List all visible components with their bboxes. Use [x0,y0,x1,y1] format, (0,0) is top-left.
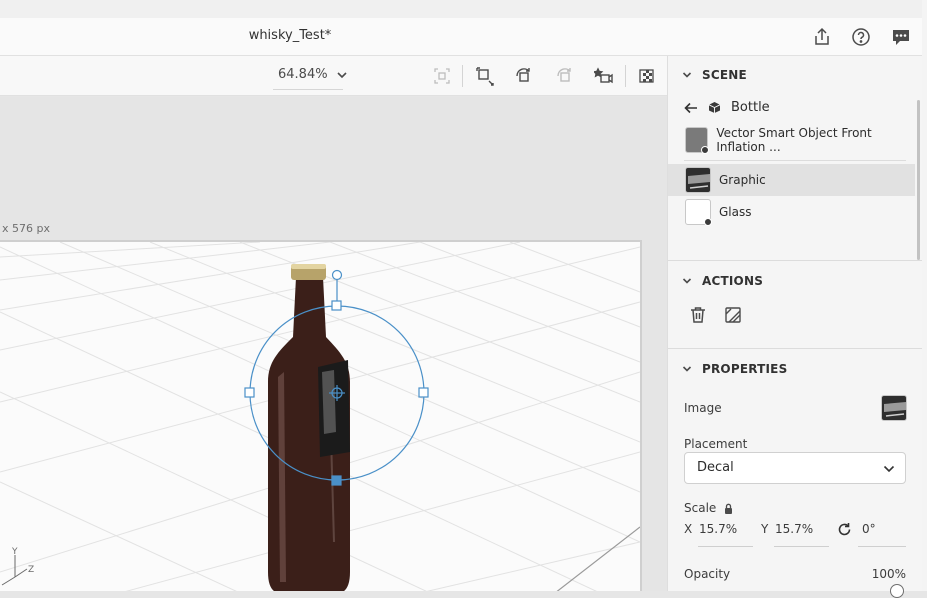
scale-label: Scale [684,501,717,515]
breadcrumb-label: Bottle [731,100,770,115]
chevron-down-icon [682,366,692,372]
scene-item-label: Glass [719,205,752,219]
scene-section-header[interactable]: SCENE [682,68,747,82]
scene-list: Bottle Vector Smart Object Front Inflati… [668,94,918,260]
share-icon[interactable] [811,26,833,48]
scale-x-underline [698,546,753,547]
camera-bookmark-icon[interactable] [592,66,614,86]
scale-x-label: X [684,522,693,536]
trash-icon[interactable] [689,306,707,328]
rotation-input[interactable]: 0° [862,522,876,536]
scene-heading: SCENE [702,68,747,82]
opacity-slider-handle[interactable] [890,584,904,598]
document-title: whisky_Test* [248,28,332,43]
placement-dropdown[interactable]: Decal [684,452,906,484]
scale-row-label: Scale [684,501,733,515]
orbit-icon[interactable] [555,66,575,86]
toolbar-divider [462,65,463,87]
scene-scrollbar[interactable] [917,100,920,260]
right-panel: SCENE Bottle Vector Smart Object Front I… [667,56,923,598]
zoom-dropdown[interactable]: 64.84% [278,67,348,82]
scene-item-graphic[interactable]: Graphic [668,164,915,196]
window-top-strip [0,0,927,18]
section-divider [668,348,923,349]
cube-icon [708,102,721,113]
opacity-label: Opacity [684,567,731,581]
transform-icon[interactable] [475,66,495,86]
scale-x-input[interactable]: 15.7% [699,522,737,536]
scene-breadcrumb: Bottle [684,100,770,115]
title-bar: whisky_Test* [0,18,922,56]
chevron-down-icon [682,72,692,78]
zoom-value: 64.84% [278,67,328,82]
chevron-down-icon [337,71,347,78]
rotate-icon[interactable] [837,522,852,541]
material-badge-icon [701,146,710,154]
properties-heading: PROPERTIES [702,362,788,376]
image-label: Image [684,401,722,415]
actions-heading: ACTIONS [702,274,764,288]
scale-y-input[interactable]: 15.7% [775,522,813,536]
scene-item-label: Vector Smart Object Front Inflation ... [716,126,872,154]
scale-y-underline [774,546,829,547]
back-arrow-icon[interactable] [684,102,698,114]
window-right-edge [922,0,927,591]
rotate-object-icon[interactable] [514,66,534,86]
opacity-value[interactable]: 100% [872,567,906,581]
material-badge-icon [704,218,712,226]
canvas-size-label: x 576 px [2,222,50,235]
lock-icon[interactable] [724,503,733,514]
placement-value: Decal [697,460,734,475]
edit-graphic-icon[interactable] [724,306,742,328]
glass-thumbnail [685,199,712,226]
feedback-icon[interactable] [890,26,912,48]
layer-thumbnail [685,127,710,154]
frame-icon[interactable] [432,66,452,86]
scene-item-glass[interactable]: Glass [668,196,915,228]
image-thumbnail[interactable] [881,395,907,421]
section-divider [668,260,923,261]
toolbar-divider [625,65,626,87]
graphic-thumbnail [685,167,711,193]
scale-y-label: Y [761,522,769,536]
axis-y-label: Y [11,547,18,557]
viewport-scene[interactable]: Y Z [0,242,642,591]
render-preview-icon[interactable] [637,66,657,86]
bottle-model[interactable] [268,264,350,591]
axis-z-label: Z [28,565,34,575]
actions-section-header[interactable]: ACTIONS [682,274,763,288]
zoom-underline [273,89,343,90]
scene-list-divider [684,160,906,161]
scene-item-vector-smart-object[interactable]: Vector Smart Object Front Inflation ... [668,124,915,156]
chevron-down-icon [682,278,692,284]
3d-viewport[interactable]: Y Z [0,240,642,591]
rotation-underline [858,546,906,547]
chevron-down-icon [883,465,895,473]
placement-label: Placement [684,437,748,451]
scene-item-label: Graphic [719,173,766,187]
properties-section-header[interactable]: PROPERTIES [682,362,787,376]
help-icon[interactable] [850,26,872,48]
canvas-toolbar: 64.84% [0,56,667,96]
